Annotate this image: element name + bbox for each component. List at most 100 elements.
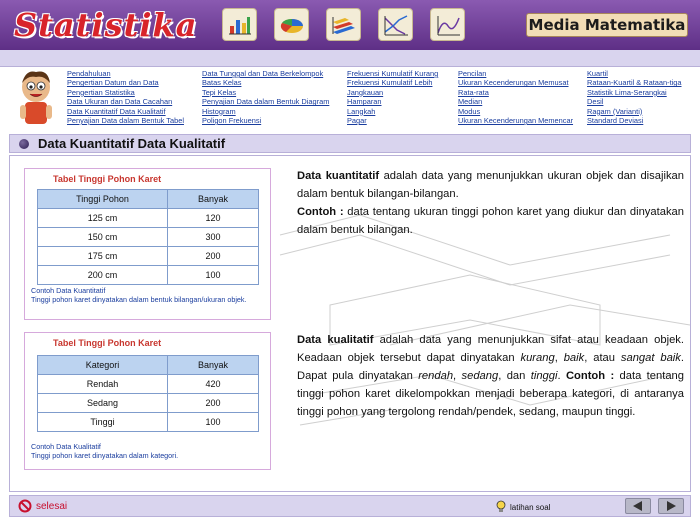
top-strip bbox=[0, 50, 700, 67]
mascot-icon bbox=[12, 67, 60, 129]
nav-link-jangkauan[interactable]: Jangkauan bbox=[347, 88, 438, 97]
table-header-cell: Banyak bbox=[167, 189, 259, 209]
qualitative-definition: Data kualitatif adalah data yang menunju… bbox=[297, 331, 684, 421]
exit-button[interactable]: selesai bbox=[18, 499, 67, 513]
nav-link-langkah[interactable]: Langkah bbox=[347, 107, 438, 116]
table-row: Sedang 200 bbox=[37, 393, 259, 413]
quantitative-table: Tinggi Pohon Banyak 125 cm 120 150 cm 300 … bbox=[37, 189, 259, 285]
nav-link-modus[interactable]: Modus bbox=[458, 107, 573, 116]
brand-badge: Media Matematika bbox=[526, 13, 688, 37]
example-text: data tentang ukuran tinggi pohon karet y… bbox=[297, 206, 684, 236]
table-cell: 300 bbox=[167, 227, 259, 247]
topic-navigation: Pendahuluan Pengertian Datum dan Data Pe… bbox=[0, 67, 700, 130]
table-cell: 200 bbox=[167, 393, 259, 413]
table-cell: 100 bbox=[167, 265, 259, 285]
table-header-cell: Banyak bbox=[167, 355, 259, 375]
table-cell: 200 cm bbox=[37, 265, 168, 285]
nav-link-standard-deviasi[interactable]: Standard Deviasi bbox=[587, 116, 682, 125]
nav-link-batas-kelas[interactable]: Batas Kelas bbox=[202, 78, 329, 87]
text-span: , bbox=[453, 370, 462, 382]
footer-bar: selesai latihan soal bbox=[9, 495, 691, 517]
caption-body: Tinggi pohon karet dinyatakan dalam kate… bbox=[31, 450, 179, 460]
exercise-button[interactable]: latihan soal bbox=[496, 500, 550, 514]
nav-link-median[interactable]: Median bbox=[458, 97, 573, 106]
nav-link-memencar[interactable]: Ukuran Kecenderungan Memencar bbox=[458, 116, 573, 125]
italic-word: rendah bbox=[418, 370, 454, 382]
italic-word: tinggi bbox=[530, 370, 558, 382]
nav-link-kuantitatif-kualitatif[interactable]: Data Kuantitatif Data Kualitatif bbox=[67, 107, 184, 116]
table-row: Rendah 420 bbox=[37, 374, 259, 394]
table-header-cell: Kategori bbox=[37, 355, 168, 375]
table-row: 125 cm 120 bbox=[37, 208, 259, 228]
nav-link-pagar[interactable]: Pagar bbox=[347, 116, 438, 125]
nav-link-histogram[interactable]: Histogram bbox=[202, 107, 329, 116]
nav-column-4: Pencilan Ukuran Kecenderungan Memusat Ra… bbox=[458, 69, 573, 125]
table1-title: Tabel Tinggi Pohon Karet bbox=[53, 174, 162, 184]
table-cell: 100 bbox=[167, 412, 259, 432]
text-span: , dan bbox=[498, 370, 531, 382]
table-header-row: Tinggi Pohon Banyak bbox=[37, 189, 259, 209]
table-header-cell: Tinggi Pohon bbox=[37, 189, 168, 209]
table-cell: 120 bbox=[167, 208, 259, 228]
table-cell: 150 cm bbox=[37, 227, 168, 247]
next-button[interactable] bbox=[658, 498, 684, 514]
scatter-chart-icon[interactable] bbox=[430, 8, 465, 41]
nav-link-kuartil[interactable]: Kuartil bbox=[587, 69, 682, 78]
nav-link-pendahuluan[interactable]: Pendahuluan bbox=[67, 69, 184, 78]
table-cell: Sedang bbox=[37, 393, 168, 413]
page-title: Data Kuantitatif Data Kualitatif bbox=[38, 136, 226, 151]
prev-button[interactable] bbox=[625, 498, 651, 514]
nav-link-tepi-kelas[interactable]: Tepi Kelas bbox=[202, 88, 329, 97]
qualitative-table-panel: Tabel Tinggi Pohon Karet Kategori Banyak… bbox=[24, 332, 271, 470]
bar-chart-icon[interactable] bbox=[222, 8, 257, 41]
table-cell: 200 bbox=[167, 246, 259, 266]
nav-link-diagram[interactable]: Penyajian Data dalam Bentuk Diagram bbox=[202, 97, 329, 106]
nav-link-datum-data[interactable]: Pengertian Datum dan Data bbox=[67, 78, 184, 87]
nav-link-hamparan[interactable]: Hamparan bbox=[347, 97, 438, 106]
nav-link-kumulatif-kurang[interactable]: Frekuensi Kumulatif Kurang bbox=[347, 69, 438, 78]
nav-link-rata-rata[interactable]: Rata-rata bbox=[458, 88, 573, 97]
nav-link-tabel[interactable]: Penyajian Data dalam Bentuk Tabel bbox=[67, 116, 184, 125]
term-quantitative: Data kuantitatif bbox=[297, 170, 380, 182]
table-cell: 175 cm bbox=[37, 246, 168, 266]
no-entry-icon bbox=[18, 499, 32, 513]
table-cell: Tinggi bbox=[37, 412, 168, 432]
example-label: Contoh : bbox=[565, 370, 615, 382]
nav-link-ukuran-cacahan[interactable]: Data Ukuran dan Data Cacahan bbox=[67, 97, 184, 106]
table-cell: 420 bbox=[167, 374, 259, 394]
3d-bar-chart-icon[interactable] bbox=[326, 8, 361, 41]
example-label: Contoh : bbox=[297, 206, 344, 218]
nav-link-rataan-kuartil[interactable]: Rataan-Kuartil & Rataan-tiga bbox=[587, 78, 682, 87]
table2-caption: Contoh Data Kualitatif Tinggi pohon kare… bbox=[31, 442, 263, 460]
chart-icon-toolbar bbox=[222, 8, 465, 41]
nav-link-lima-serangkai[interactable]: Statistik Lima-Serangkai bbox=[587, 88, 682, 97]
italic-word: sangat baik bbox=[620, 352, 681, 364]
arrow-right-icon bbox=[667, 501, 676, 511]
nav-link-ragam[interactable]: Ragam (Varianti) bbox=[587, 107, 682, 116]
nav-link-poligon[interactable]: Poligon Frekuensi bbox=[202, 116, 329, 125]
italic-word: kurang bbox=[520, 352, 555, 364]
text-span: , bbox=[554, 352, 564, 364]
text-span: , atau bbox=[584, 352, 621, 364]
nav-column-1: Pendahuluan Pengertian Datum dan Data Pe… bbox=[67, 69, 184, 125]
nav-link-desil[interactable]: Desil bbox=[587, 97, 682, 106]
app-header: Statistika Media Matematika bbox=[0, 0, 700, 50]
table-cell: Rendah bbox=[37, 374, 168, 394]
nav-link-kumulatif-lebih[interactable]: Frekuensi Kumulatif Lebih bbox=[347, 78, 438, 87]
exercise-label: latihan soal bbox=[510, 502, 551, 512]
lightbulb-icon bbox=[496, 500, 506, 512]
table-row: Tinggi 100 bbox=[37, 412, 259, 432]
nav-link-statistika[interactable]: Pengertian Statistika bbox=[67, 88, 184, 97]
arrow-left-icon bbox=[633, 501, 642, 511]
table-row: 175 cm 200 bbox=[37, 246, 259, 266]
table-cell: 125 cm bbox=[37, 208, 168, 228]
line-chart-icon[interactable] bbox=[378, 8, 413, 41]
nav-link-pencilan[interactable]: Pencilan bbox=[458, 69, 573, 78]
app-logo: Statistika bbox=[14, 6, 198, 44]
pie-chart-icon[interactable] bbox=[274, 8, 309, 41]
italic-word: sedang bbox=[461, 370, 499, 382]
bullet-icon bbox=[19, 139, 29, 149]
nav-link-memusat[interactable]: Ukuran Kecenderungan Memusat bbox=[458, 78, 573, 87]
table-row: 150 cm 300 bbox=[37, 227, 259, 247]
nav-link-tunggal-berkelompok[interactable]: Data Tunggal dan Data Berkelompok bbox=[202, 69, 329, 78]
